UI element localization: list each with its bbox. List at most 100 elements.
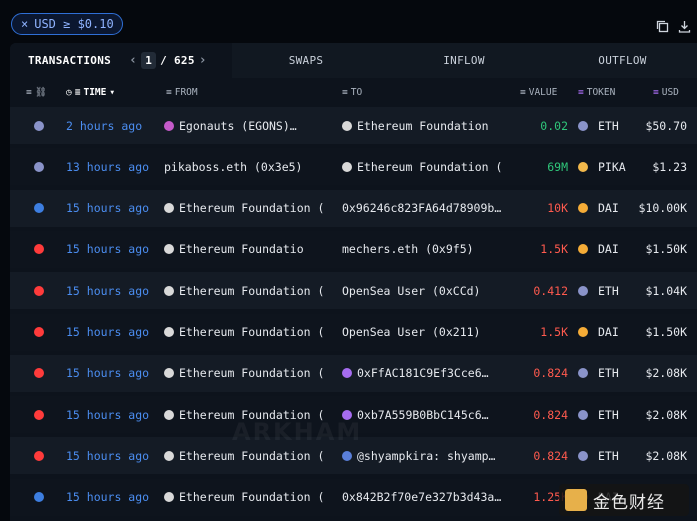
copy-icon[interactable] xyxy=(656,20,669,33)
chevron-right-icon[interactable]: › xyxy=(195,53,211,68)
download-icon[interactable] xyxy=(678,20,691,33)
row-token[interactable]: ETH xyxy=(578,437,638,474)
chain-logo-icon xyxy=(34,285,44,296)
column-usd-label: USD xyxy=(661,86,679,98)
row-from-entity[interactable]: Ethereum Foundatio xyxy=(164,231,336,268)
row-time[interactable]: 15 hours ago xyxy=(66,314,156,351)
tab-outflow[interactable]: OUTFLOW xyxy=(548,43,697,78)
row-to-entity[interactable]: @shyampkira: shyamp… xyxy=(342,437,518,474)
row-to-label: Ethereum Foundation xyxy=(357,118,489,133)
token-icon xyxy=(578,327,588,337)
row-from-entity[interactable]: Ethereum Foundation ( xyxy=(164,190,336,227)
tab-inflow[interactable]: INFLOW xyxy=(380,43,548,78)
chain-filter[interactable]: ≡ ⛓ xyxy=(26,83,47,101)
column-from[interactable]: ≡ FROM xyxy=(166,83,198,101)
row-time[interactable]: 15 hours ago xyxy=(66,355,156,392)
row-to-entity[interactable]: Ethereum Foundation ( xyxy=(342,148,518,185)
row-token[interactable]: ETH xyxy=(578,107,638,144)
tab-swaps[interactable]: SWAPS xyxy=(232,43,380,78)
row-time[interactable]: 15 hours ago xyxy=(66,479,156,516)
table-row[interactable]: 2 hours ago Egonauts (EGONS)… Ethereum Fou… xyxy=(10,107,697,144)
row-to-entity[interactable]: OpenSea User (0x211) xyxy=(342,314,518,351)
row-time[interactable]: 15 hours ago xyxy=(66,190,156,227)
filter-icon[interactable]: ≡ xyxy=(166,87,172,98)
row-usd: $1.50K xyxy=(645,325,687,339)
token-icon xyxy=(578,285,588,296)
row-time[interactable]: 15 hours ago xyxy=(66,272,156,309)
row-from-entity[interactable]: Ethereum Foundation ( xyxy=(164,272,336,309)
row-time[interactable]: 15 hours ago xyxy=(66,437,156,474)
column-token[interactable]: ≡ TOKEN xyxy=(578,83,615,101)
close-icon[interactable]: × xyxy=(21,17,28,31)
table-row[interactable]: 15 hours ago Ethereum Foundation ( 0x96246… xyxy=(10,189,697,227)
table-row[interactable]: 15 hours ago Ethereum Foundation ( OpenSea… xyxy=(10,313,697,351)
row-token[interactable]: ETH xyxy=(578,355,638,392)
table-row[interactable]: 15 hours ago Ethereum Foundatio mechers.et… xyxy=(10,230,697,268)
row-value: 0.412 xyxy=(533,283,568,298)
row-usd: $10.00K xyxy=(638,201,687,216)
row-value: 0.824 xyxy=(533,448,568,463)
row-token[interactable]: DAI xyxy=(578,231,638,268)
column-time[interactable]: ◷ ≡ TIME ▾ xyxy=(66,83,115,101)
row-from-entity[interactable]: Egonauts (EGONS)… xyxy=(164,107,336,144)
chain-logo-icon xyxy=(34,327,44,337)
row-usd: $50.70 xyxy=(645,118,687,133)
row-to-entity[interactable]: 0xb7A559B0BbC145c6… xyxy=(342,396,518,433)
table-header: ≡ ⛓ ◷ ≡ TIME ▾ ≡ FROM ≡ TO ≡ VALUE ≡ TOK… xyxy=(10,83,697,101)
row-time[interactable]: 2 hours ago xyxy=(66,107,156,144)
token-icon xyxy=(578,203,588,214)
row-time[interactable]: 15 hours ago xyxy=(66,231,156,268)
row-from-entity[interactable]: Ethereum Foundation ( xyxy=(164,479,336,516)
filter-icon[interactable]: ≡ xyxy=(578,87,584,98)
entity-icon xyxy=(164,450,174,461)
row-token-label: PIKA xyxy=(598,159,626,174)
chevron-down-icon[interactable]: ▾ xyxy=(109,87,115,98)
token-icon xyxy=(578,120,588,131)
row-from-label: Ethereum Foundation ( xyxy=(179,448,325,463)
row-token[interactable]: ETH xyxy=(578,272,638,309)
row-time[interactable]: 13 hours ago xyxy=(66,148,156,185)
row-from-entity[interactable]: Ethereum Foundation ( xyxy=(164,355,336,392)
chain-icon xyxy=(34,479,50,516)
entity-icon xyxy=(342,161,352,172)
row-to-entity[interactable]: 0x96246c823FA64d78909b… xyxy=(342,190,518,227)
row-to-entity[interactable]: OpenSea User (0xCCd) xyxy=(342,272,518,309)
row-from-label: Ethereum Foundatio xyxy=(179,242,304,257)
chain-icon xyxy=(34,396,50,433)
filter-icon[interactable]: ≡ xyxy=(26,87,32,98)
column-from-label: FROM xyxy=(174,86,198,98)
column-to[interactable]: ≡ TO xyxy=(342,83,362,101)
chevron-left-icon[interactable]: ‹ xyxy=(125,53,141,68)
row-token[interactable]: DAI xyxy=(578,190,638,227)
table-row[interactable]: 15 hours ago Ethereum Foundation ( OpenSea… xyxy=(10,272,697,310)
row-from-entity[interactable]: pikaboss.eth (0x3e5) xyxy=(164,148,336,185)
row-to-entity[interactable]: Ethereum Foundation xyxy=(342,107,518,144)
row-usd: $2.08K xyxy=(645,448,687,463)
tab-bar: TRANSACTIONS ‹ 1 / 625 › SWAPS INFLOW OU… xyxy=(10,43,697,78)
column-value[interactable]: ≡ VALUE xyxy=(520,83,557,101)
filter-icon[interactable]: ≡ xyxy=(75,87,81,98)
row-from-label: Ethereum Foundation ( xyxy=(179,201,325,216)
filter-icon[interactable]: ≡ xyxy=(342,87,348,98)
tab-transactions[interactable]: TRANSACTIONS ‹ 1 / 625 › xyxy=(10,43,232,78)
row-from-entity[interactable]: Ethereum Foundation ( xyxy=(164,314,336,351)
row-token[interactable]: DAI xyxy=(578,314,638,351)
row-token[interactable]: PIKA xyxy=(578,148,638,185)
page-current[interactable]: 1 xyxy=(141,52,157,69)
row-to-entity[interactable]: mechers.eth (0x9f5) xyxy=(342,231,518,268)
table-row[interactable]: 15 hours ago Ethereum Foundation (0xFfAC1… xyxy=(10,354,697,392)
usd-filter-chip[interactable]: × USD ≥ $0.10 xyxy=(11,13,123,35)
row-token[interactable]: ETH xyxy=(578,396,638,433)
row-to-label: 0xb7A559B0BbC145c6… xyxy=(357,407,489,422)
filter-icon[interactable]: ≡ xyxy=(653,87,659,98)
entity-icon xyxy=(342,450,352,461)
row-to-entity[interactable]: 0xFfAC181C9Ef3Cce6… xyxy=(342,355,518,392)
row-value: 10K xyxy=(547,201,568,216)
row-from-label: Ethereum Foundation ( xyxy=(179,325,325,339)
row-to-entity[interactable]: 0x842B2f70e7e327b3d43a… xyxy=(342,479,518,516)
row-time[interactable]: 15 hours ago xyxy=(66,396,156,433)
column-usd[interactable]: ≡ USD xyxy=(653,83,679,101)
filter-icon[interactable]: ≡ xyxy=(520,87,526,98)
row-from-label: Ethereum Foundation ( xyxy=(179,283,325,298)
table-row[interactable]: 13 hours ago pikaboss.eth (0x3e5) Ethereum… xyxy=(10,148,697,186)
